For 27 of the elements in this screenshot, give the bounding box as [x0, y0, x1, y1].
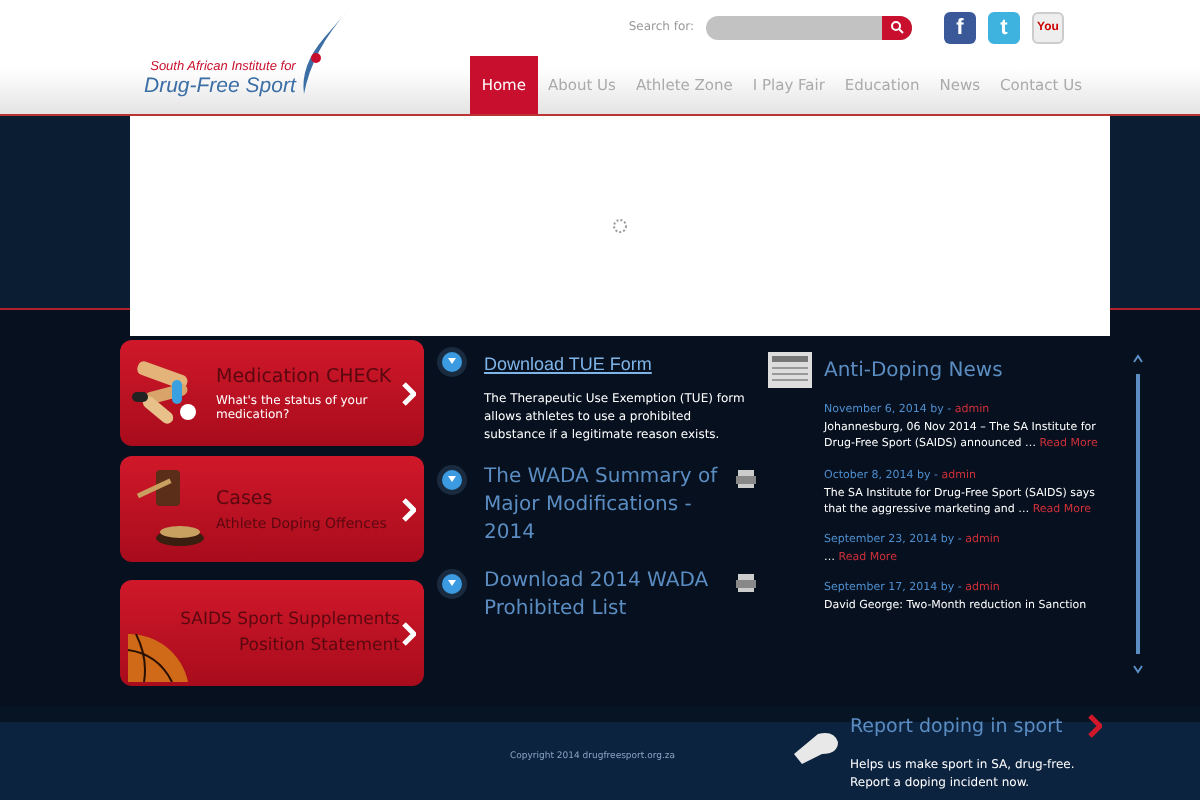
search-icon — [890, 20, 904, 35]
chevron-icon — [1086, 714, 1103, 738]
facebook-link[interactable]: f — [944, 11, 976, 44]
bullet-icon — [436, 568, 468, 600]
scrollbar[interactable] — [1132, 354, 1144, 674]
card-subtitle: Position Statement — [236, 636, 400, 656]
download-link[interactable]: Download TUE Form — [484, 346, 756, 374]
newspaper-icon — [768, 352, 812, 388]
twitter-link[interactable]: t — [988, 11, 1020, 44]
chevron-icon — [400, 621, 416, 645]
loading-spinner-icon — [612, 218, 628, 234]
download-title[interactable]: Download 2014 WADA Prohibited List — [484, 568, 728, 624]
feature-card[interactable]: SAIDS Sport Supplements Position Statement — [120, 580, 424, 686]
bullet-icon — [436, 464, 468, 496]
card-title: SAIDS Sport Supplements — [178, 610, 400, 630]
logo-name: Drug-Free Sport — [144, 74, 296, 98]
basketball-icon — [128, 634, 188, 682]
search-button[interactable] — [882, 15, 912, 40]
card-title: Medication CHECK — [216, 365, 394, 387]
report-heading[interactable]: Report doping in sport — [850, 715, 1063, 737]
bullet-icon — [436, 346, 468, 378]
news-heading: Anti-Doping News — [824, 359, 1003, 381]
chevron-icon — [400, 381, 416, 405]
chevron-icon — [400, 497, 416, 521]
search-field[interactable] — [706, 15, 912, 40]
card-title: Cases — [216, 487, 275, 509]
download-title[interactable]: The WADA Summary of Major Modifications - 2014 — [484, 464, 728, 548]
